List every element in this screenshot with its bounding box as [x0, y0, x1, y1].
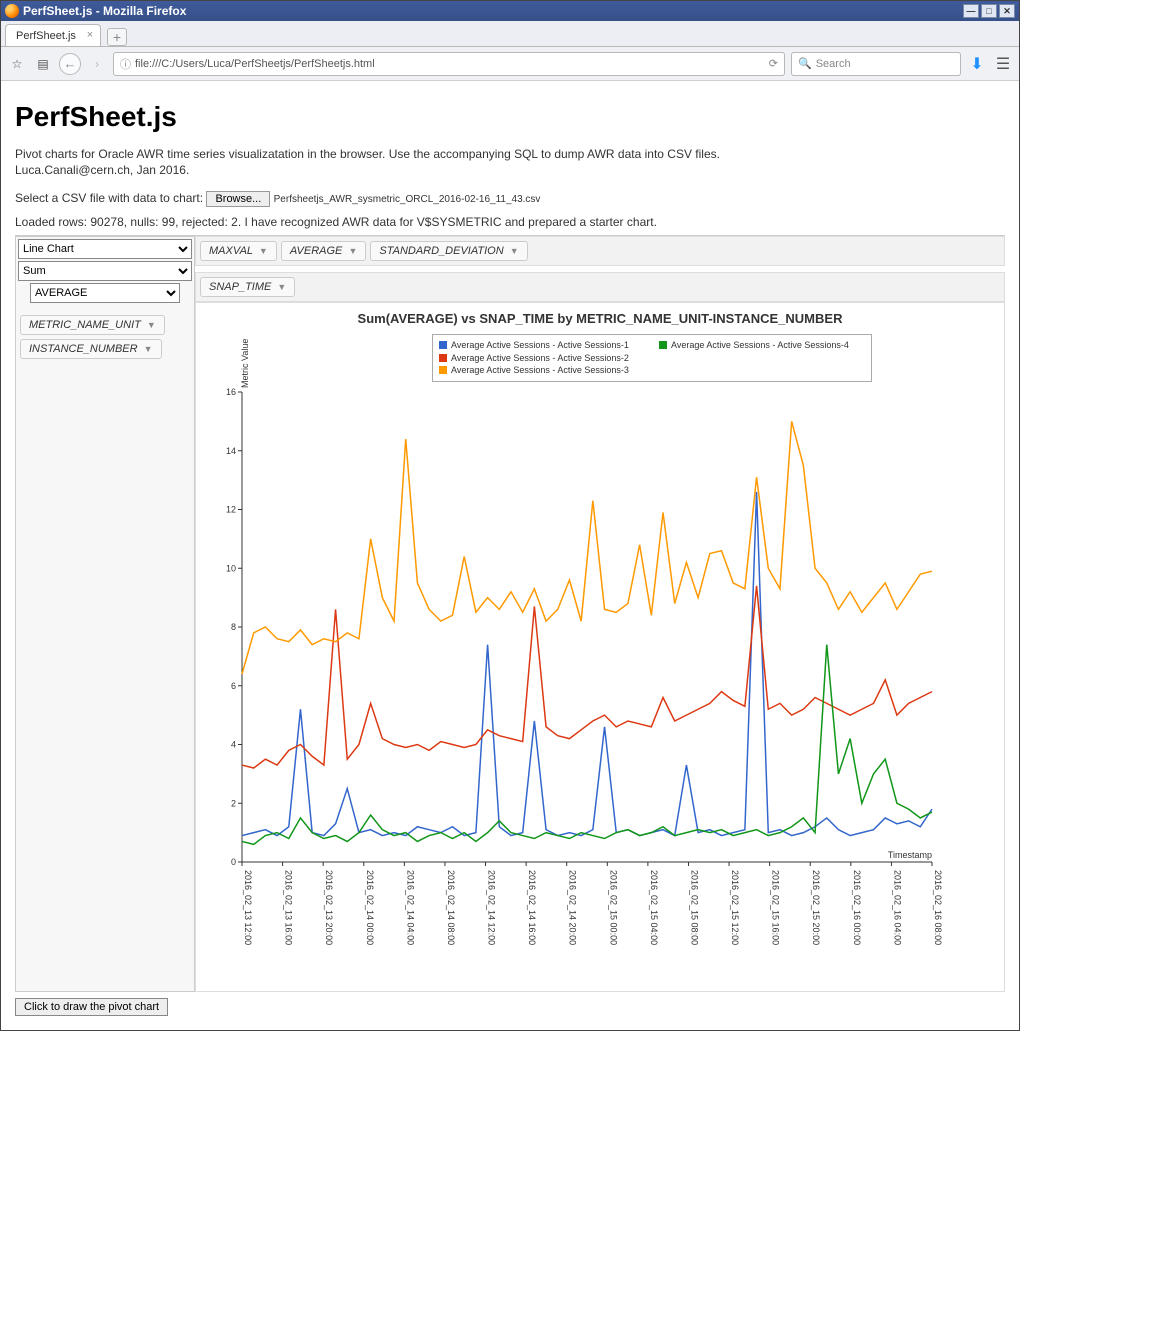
col-attrs-zone[interactable]: SNAP_TIME ▼ [195, 272, 1005, 302]
svg-text:2016_02_15 08:00: 2016_02_15 08:00 [689, 870, 699, 945]
svg-text:6: 6 [231, 681, 236, 691]
svg-text:2016_02_14 00:00: 2016_02_14 00:00 [365, 870, 375, 945]
svg-text:2016_02_13 20:00: 2016_02_13 20:00 [324, 870, 334, 945]
back-button[interactable]: ← [59, 53, 81, 75]
firefox-icon [5, 4, 19, 18]
search-icon: 🔍 [798, 57, 812, 70]
unused-attrs-zone[interactable]: MAXVAL ▼AVERAGE ▼STANDARD_DEVIATION ▼ [195, 236, 1005, 266]
svg-text:8: 8 [231, 622, 236, 632]
forward-button[interactable]: › [87, 54, 107, 74]
svg-text:2016_02_13 16:00: 2016_02_13 16:00 [284, 870, 294, 945]
svg-text:Timestamp: Timestamp [888, 850, 932, 860]
svg-text:2016_02_16 08:00: 2016_02_16 08:00 [933, 870, 942, 945]
legend-item: Average Active Sessions - Active Session… [439, 364, 645, 377]
downloads-icon[interactable]: ⬇ [967, 54, 987, 74]
search-placeholder: Search [816, 58, 851, 70]
svg-text:2016_02_14 12:00: 2016_02_14 12:00 [487, 870, 497, 945]
close-button[interactable]: ✕ [999, 4, 1015, 18]
chart-title: Sum(AVERAGE) vs SNAP_TIME by METRIC_NAME… [202, 311, 998, 326]
aggregator-attr-select[interactable]: AVERAGE [30, 283, 180, 303]
pivot-attr-maxval[interactable]: MAXVAL ▼ [200, 241, 277, 261]
svg-text:2016_02_16 00:00: 2016_02_16 00:00 [852, 870, 862, 945]
browse-button[interactable]: Browse... [206, 191, 270, 207]
svg-text:14: 14 [226, 446, 236, 456]
pivot-attr-average[interactable]: AVERAGE ▼ [281, 241, 367, 261]
draw-chart-button[interactable]: Click to draw the pivot chart [15, 998, 168, 1016]
page-author: Luca.Canali@cern.ch, Jan 2016. [15, 163, 1005, 177]
tab-strip: PerfSheet.js × + [1, 21, 1019, 47]
tab-close-icon[interactable]: × [84, 29, 96, 41]
legend-item: Average Active Sessions - Active Session… [439, 339, 645, 352]
svg-text:0: 0 [231, 857, 236, 867]
search-bar[interactable]: 🔍 Search [791, 52, 961, 76]
window-title-bar: PerfSheet.js - Mozilla Firefox — □ ✕ [1, 1, 1019, 21]
legend-item: Average Active Sessions - Active Session… [439, 352, 645, 365]
svg-text:2016_02_14 16:00: 2016_02_14 16:00 [527, 870, 537, 945]
chart-container: Sum(AVERAGE) vs SNAP_TIME by METRIC_NAME… [195, 302, 1005, 992]
tab-label: PerfSheet.js [16, 30, 76, 42]
page-subtitle: Pivot charts for Oracle AWR time series … [15, 147, 1005, 161]
line-chart: 0 2 4 6 8 10 12 14 16 Metric Value 2016_02_13 12:0… [202, 332, 942, 982]
svg-text:2016_02_16 04:00: 2016_02_16 04:00 [892, 870, 902, 945]
svg-text:16: 16 [226, 387, 236, 397]
minimize-button[interactable]: — [963, 4, 979, 18]
pivot-attr-metric_name_unit[interactable]: METRIC_NAME_UNIT ▼ [20, 315, 165, 335]
url-text: file:///C:/Users/Luca/PerfSheetjs/PerfSh… [135, 58, 769, 70]
svg-text:2016_02_15 04:00: 2016_02_15 04:00 [649, 870, 659, 945]
svg-text:2016_02_14 08:00: 2016_02_14 08:00 [446, 870, 456, 945]
svg-text:2016_02_14 20:00: 2016_02_14 20:00 [568, 870, 578, 945]
renderer-select[interactable]: Line Chart [18, 239, 192, 259]
svg-text:2016_02_15 16:00: 2016_02_15 16:00 [771, 870, 781, 945]
svg-text:Metric Value: Metric Value [240, 339, 250, 388]
page-content: PerfSheet.js Pivot charts for Oracle AWR… [1, 81, 1019, 1030]
maximize-button[interactable]: □ [981, 4, 997, 18]
file-select-label: Select a CSV file with data to chart: [15, 191, 203, 205]
legend-item: Average Active Sessions - Active Session… [659, 339, 865, 352]
pivot-attr-standard_deviation[interactable]: STANDARD_DEVIATION ▼ [370, 241, 527, 261]
url-bar[interactable]: ⓘ file:///C:/Users/Luca/PerfSheetjs/Perf… [113, 52, 785, 76]
sidebar-icon[interactable]: ☆ [7, 54, 27, 74]
page-title: PerfSheet.js [15, 101, 1005, 133]
window-title: PerfSheet.js - Mozilla Firefox [23, 4, 186, 18]
svg-text:2016_02_15 00:00: 2016_02_15 00:00 [608, 870, 618, 945]
hamburger-menu-icon[interactable]: ☰ [993, 54, 1013, 74]
svg-text:2016_02_14 04:00: 2016_02_14 04:00 [405, 870, 415, 945]
aggregator-select[interactable]: Sum [18, 261, 192, 281]
svg-text:10: 10 [226, 563, 236, 573]
svg-text:12: 12 [226, 505, 236, 515]
pivot-attr-instance_number[interactable]: INSTANCE_NUMBER ▼ [20, 339, 162, 359]
svg-text:2: 2 [231, 798, 236, 808]
load-status: Loaded rows: 90278, nulls: 99, rejected:… [15, 215, 1005, 229]
nav-bar: ☆ ▤ ← › ⓘ file:///C:/Users/Luca/PerfShee… [1, 47, 1019, 81]
svg-text:4: 4 [231, 740, 236, 750]
browser-tab[interactable]: PerfSheet.js × [5, 24, 101, 46]
svg-text:2016_02_13 12:00: 2016_02_13 12:00 [243, 870, 253, 945]
reading-list-icon[interactable]: ▤ [33, 54, 53, 74]
new-tab-button[interactable]: + [107, 28, 127, 46]
selected-file-name: Perfsheetjs_AWR_sysmetric_ORCL_2016-02-1… [274, 194, 541, 205]
pivot-attr-snap_time[interactable]: SNAP_TIME ▼ [200, 277, 295, 297]
svg-text:2016_02_15 12:00: 2016_02_15 12:00 [730, 870, 740, 945]
svg-text:2016_02_15 20:00: 2016_02_15 20:00 [811, 870, 821, 945]
reload-icon[interactable]: ⟳ [769, 57, 778, 70]
